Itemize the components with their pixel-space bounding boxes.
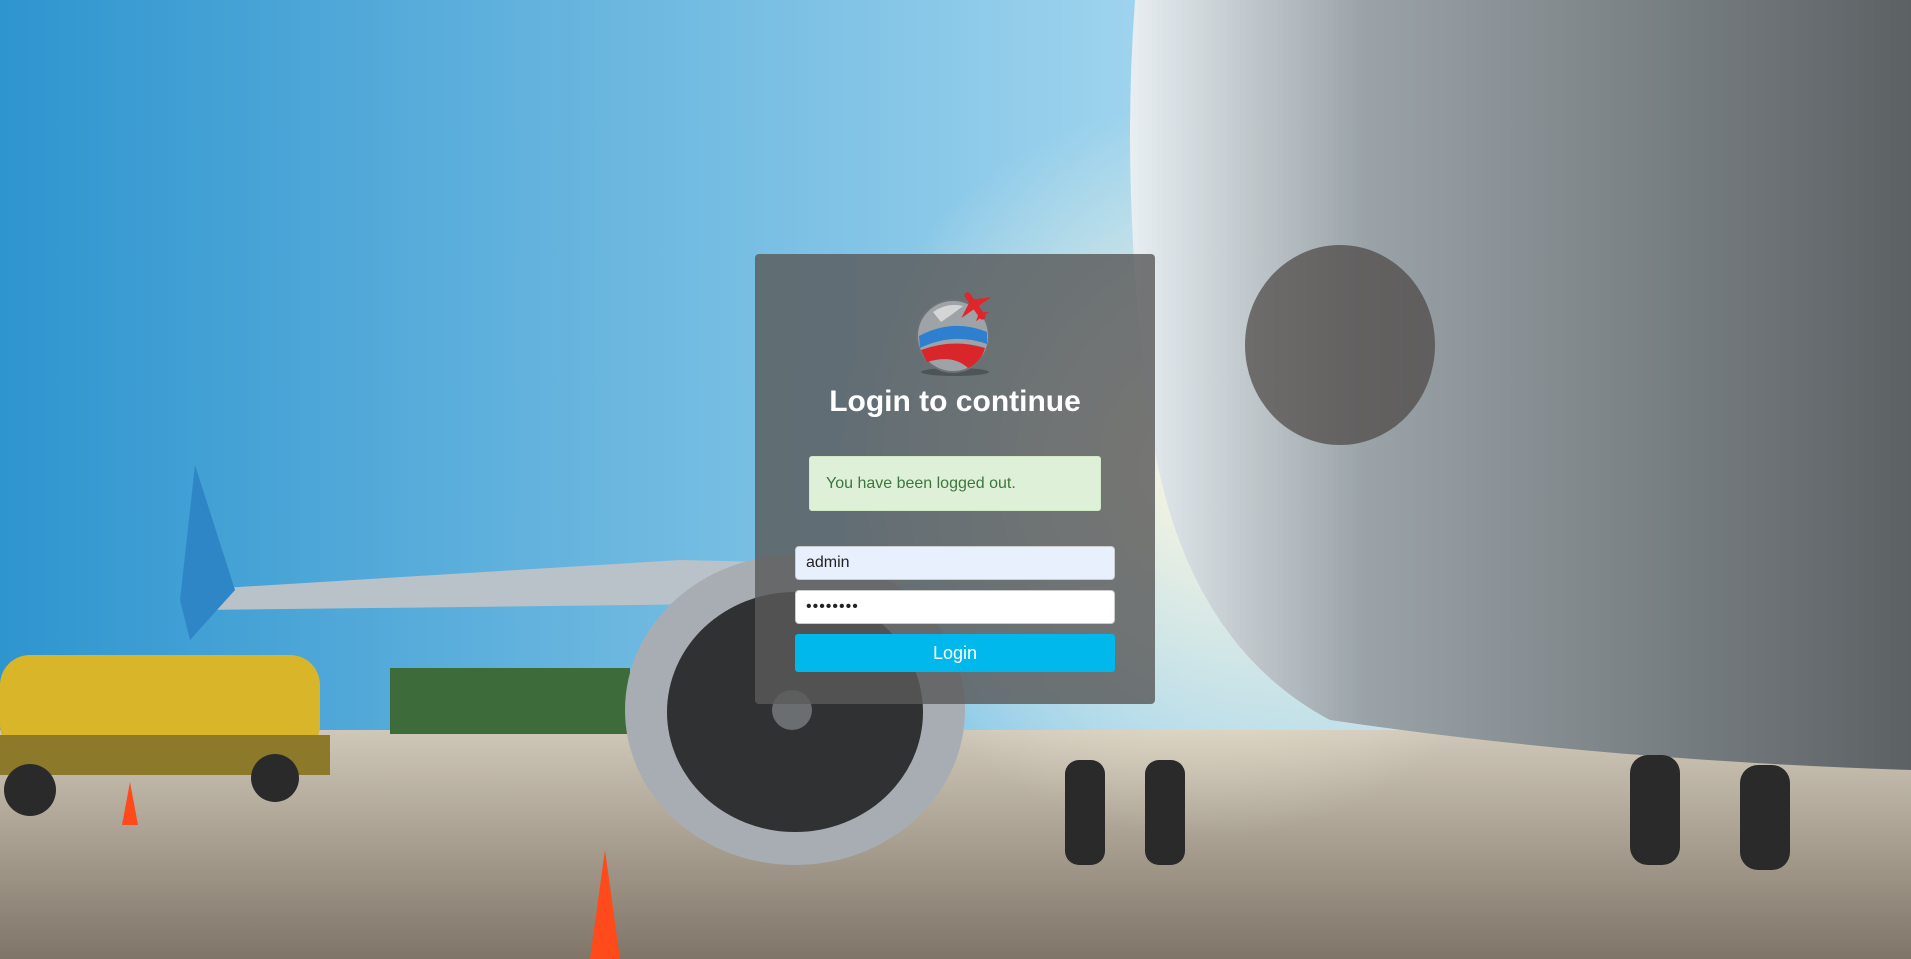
alert-message: You have been logged out. bbox=[826, 475, 1016, 492]
login-button[interactable]: Login bbox=[795, 634, 1115, 672]
username-input[interactable] bbox=[795, 546, 1115, 580]
password-input[interactable] bbox=[795, 590, 1115, 624]
page-title: Login to continue bbox=[829, 385, 1081, 418]
logout-alert: You have been logged out. bbox=[809, 456, 1101, 511]
globe-airplane-logo-icon bbox=[913, 292, 1003, 382]
login-card: Login to continue You have been logged o… bbox=[755, 254, 1155, 704]
